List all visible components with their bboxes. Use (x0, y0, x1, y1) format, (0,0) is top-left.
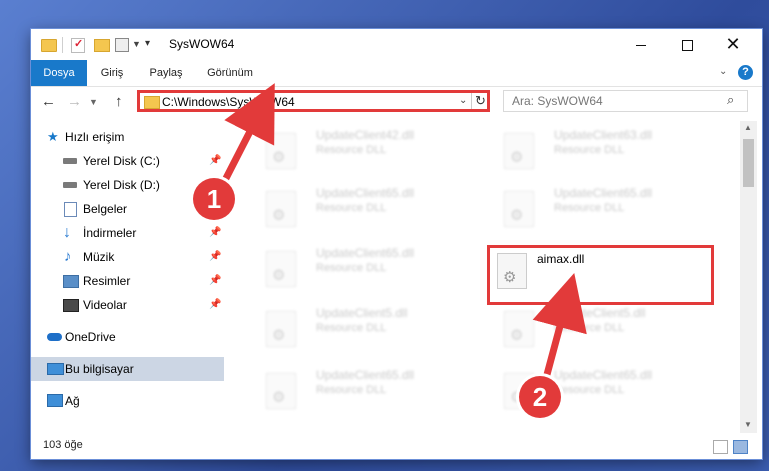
help-icon[interactable]: ? (738, 65, 753, 80)
folder-icon (144, 96, 160, 109)
pin-icon[interactable]: 📌 (209, 245, 221, 269)
sidebar-item-this-pc[interactable]: Bu bilgisayar (31, 357, 224, 381)
forward-arrow-icon[interactable]: → (67, 93, 82, 110)
tab-share[interactable]: Paylaş (145, 60, 187, 86)
properties-check-icon[interactable]: ✓ (71, 38, 85, 53)
status-bar: 103 öğe (31, 435, 762, 459)
refresh-icon[interactable]: ↻ (475, 93, 486, 109)
tab-home[interactable]: Giriş (93, 60, 131, 86)
sidebar-item-downloads[interactable]: ↓ İndirmeler 📌 (31, 221, 224, 245)
search-placeholder: Ara: SysWOW64 (512, 94, 603, 108)
toolbar-divider (62, 37, 63, 53)
expand-ribbon-icon[interactable]: ⌄ (719, 66, 727, 77)
recent-locations-icon[interactable]: ▼ (89, 97, 98, 107)
address-path[interactable]: C:\Windows\SysWOW64 (162, 95, 295, 109)
window-title: SysWOW64 (169, 37, 235, 51)
address-bar[interactable]: C:\Windows\SysWOW64 ⌄ ↻ (137, 90, 490, 112)
dll-file-icon: ⚙ (504, 311, 534, 347)
file-tile[interactable]: ⚙ UpdateClient65.dll Resource DLL (256, 183, 476, 235)
item-count: 103 öğe (43, 439, 83, 451)
sidebar-item-quick-access[interactable]: ★ Hızlı erişim (31, 125, 224, 149)
search-icon[interactable]: ⌕ (727, 92, 734, 108)
quick-access-menu-icon[interactable]: ▾ (145, 38, 150, 52)
file-tile[interactable]: ⚙ UpdateClient42.dll Resource DLL (256, 125, 476, 177)
file-list: ⚙ UpdateClient42.dll Resource DLL ⚙ Upda… (236, 121, 738, 433)
file-tile[interactable]: ⚙ UpdateClient65.dll Resource DLL (494, 183, 714, 235)
file-tile[interactable]: ⚙ UpdateClient5.dll Resource DLL (256, 303, 476, 355)
sidebar-item-music[interactable]: ♪ Müzik 📌 (31, 245, 224, 269)
navigation-bar: ← → ▼ ↑ C:\Windows\SysWOW64 ⌄ ↻ Ara: Sys… (31, 87, 762, 117)
music-icon: ♪ (64, 248, 72, 265)
pin-icon[interactable]: 📌 (209, 293, 221, 317)
step-2-badge: 2 (519, 376, 561, 418)
dll-file-icon: ⚙ (497, 253, 527, 289)
minimize-button[interactable] (618, 29, 664, 60)
tab-file[interactable]: Dosya (31, 60, 87, 86)
vertical-scrollbar[interactable]: ▲ ▼ (740, 121, 757, 433)
dll-file-icon: ⚙ (504, 191, 534, 227)
details-view-icon[interactable] (713, 440, 728, 454)
maximize-button[interactable] (664, 29, 710, 60)
quick-access-dropdown-icon[interactable]: ▼ (132, 39, 141, 53)
documents-icon (64, 202, 77, 217)
dll-file-icon: ⚙ (504, 133, 534, 169)
computer-icon (47, 363, 64, 375)
pictures-icon (63, 275, 79, 288)
file-tile[interactable]: ⚙ UpdateClient65.dll Resource DLL (256, 243, 476, 295)
drive-icon (63, 158, 77, 164)
title-bar: ✓ ▼ ▾ SysWOW64 ✕ (31, 29, 762, 60)
back-arrow-icon[interactable]: ← (41, 93, 56, 110)
address-divider (471, 93, 472, 109)
file-name: aimax.dll (537, 252, 585, 266)
tab-view[interactable]: Görünüm (201, 60, 259, 86)
customize-icon[interactable] (115, 38, 129, 52)
drive-icon (63, 182, 77, 188)
sidebar-item-pictures[interactable]: Resimler 📌 (31, 269, 224, 293)
videos-icon (63, 299, 79, 312)
pin-icon[interactable]: 📌 (209, 149, 221, 173)
ribbon-tabs: Dosya Giriş Paylaş Görünüm ⌄ ? (31, 60, 762, 87)
dll-file-icon: ⚙ (266, 191, 296, 227)
address-dropdown-icon[interactable]: ⌄ (459, 95, 467, 106)
search-input[interactable]: Ara: SysWOW64 ⌕ (503, 90, 748, 112)
navigation-pane: ★ Hızlı erişim Yerel Disk (C:) 📌 Yerel D… (31, 121, 224, 433)
scroll-down-icon[interactable]: ▼ (744, 420, 752, 429)
sidebar-item-onedrive[interactable]: OneDrive (31, 325, 224, 349)
pin-icon[interactable]: 📌 (209, 221, 221, 245)
file-tile-aimax[interactable]: ⚙ aimax.dll (487, 245, 714, 305)
cloud-icon (47, 333, 62, 341)
scroll-thumb[interactable] (743, 139, 754, 187)
large-icons-view-icon[interactable] (733, 440, 748, 454)
new-folder-icon[interactable] (94, 39, 110, 52)
scroll-up-icon[interactable]: ▲ (744, 123, 752, 132)
dll-file-icon: ⚙ (266, 133, 296, 169)
sidebar-item-network[interactable]: Ağ (31, 389, 224, 413)
dll-file-icon: ⚙ (266, 311, 296, 347)
download-icon: ↓ (63, 224, 71, 241)
dll-file-icon: ⚙ (266, 373, 296, 409)
file-tile[interactable]: ⚙ UpdateClient65.dll Resource DLL (256, 365, 476, 417)
network-icon (47, 394, 63, 407)
up-arrow-icon[interactable]: ↑ (115, 93, 123, 110)
dll-file-icon: ⚙ (266, 251, 296, 287)
explorer-window: ✓ ▼ ▾ SysWOW64 ✕ Dosya Giriş Paylaş Görü… (31, 29, 762, 459)
file-tile[interactable]: ⚙ UpdateClient5.dll Resource DLL (494, 303, 714, 355)
sidebar-item-videos[interactable]: Videolar 📌 (31, 293, 224, 317)
close-button[interactable]: ✕ (710, 29, 756, 60)
star-icon: ★ (47, 129, 59, 144)
step-1-badge: 1 (193, 178, 235, 220)
sidebar-item-local-disk-c[interactable]: Yerel Disk (C:) 📌 (31, 149, 224, 173)
folder-icon (41, 39, 57, 52)
file-tile[interactable]: ⚙ UpdateClient63.dll Resource DLL (494, 125, 714, 177)
pin-icon[interactable]: 📌 (209, 269, 221, 293)
